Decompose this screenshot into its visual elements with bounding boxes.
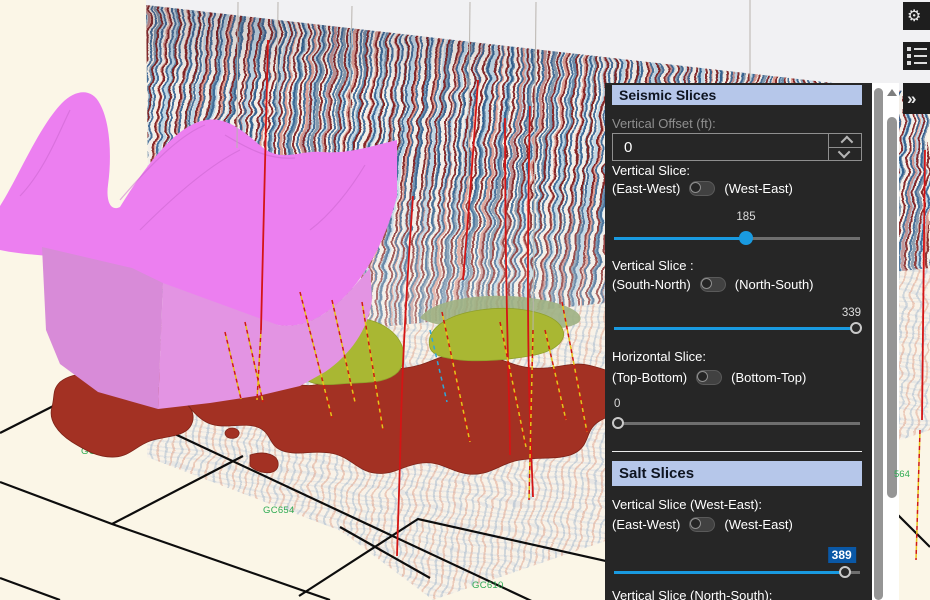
section-divider	[612, 451, 862, 452]
vertical-offset-input[interactable]	[613, 134, 828, 160]
slider-thumb[interactable]	[612, 417, 624, 429]
vertical-slice-ew-slider[interactable]	[612, 231, 862, 245]
vertical-slice-ew-toggle[interactable]	[689, 181, 715, 196]
collapse-panel-button[interactable]: »	[903, 83, 930, 114]
vertical-offset-label: Vertical Offset (ft):	[612, 117, 862, 131]
salt-slices-header: Salt Slices	[612, 461, 862, 486]
page-scrollbar[interactable]	[885, 83, 899, 600]
salt-vertical-slice-we-label: Vertical Slice (West-East):	[612, 498, 862, 512]
stepper-down-button[interactable]	[829, 147, 861, 161]
stepper-up-button[interactable]	[829, 134, 861, 147]
east-west-option-label: (East-West)	[612, 518, 680, 532]
slider-thumb[interactable]	[850, 322, 862, 334]
toggle-knob	[690, 182, 701, 193]
top-bottom-option-label: (Top-Bottom)	[612, 371, 687, 385]
salt-slice-we-toggle[interactable]	[689, 517, 715, 532]
salt-slice-we-slider[interactable]	[612, 565, 862, 579]
horizontal-slice-label: Horizontal Slice:	[612, 350, 862, 364]
vertical-slice-ns-slider[interactable]	[612, 321, 862, 335]
salt-vertical-slice-ns-label: Vertical Slice (North-South):	[612, 589, 862, 600]
toggle-knob	[701, 278, 712, 289]
horizontal-slice-toggle[interactable]	[696, 370, 722, 385]
double-chevron-right-icon: »	[907, 89, 916, 109]
vertical-slice-ew-label: Vertical Slice:	[612, 164, 862, 178]
north-south-option-label: (North-South)	[735, 278, 814, 292]
toggle-knob	[690, 518, 701, 529]
west-east-option-label: (West-East)	[724, 518, 792, 532]
block-label-564: 564	[894, 469, 910, 480]
horizontal-slice-slider[interactable]	[612, 416, 862, 430]
slices-widget-panel: Seismic Slices Vertical Offset (ft): Ver…	[605, 83, 872, 600]
scrollbar-thumb[interactable]	[887, 117, 897, 498]
east-west-option-label: (East-West)	[612, 182, 680, 196]
panel-scrollbar[interactable]	[872, 83, 885, 600]
toggle-knob	[697, 371, 708, 382]
vertical-slice-ns-label: Vertical Slice :	[612, 259, 862, 273]
slider-value-185: 185	[736, 211, 755, 223]
scrollbar-thumb[interactable]	[874, 88, 883, 600]
slider-value-389-badge: 389	[828, 547, 856, 563]
app-window: GC698 GC654 GC610	[0, 0, 930, 600]
legend-list-button[interactable]	[903, 42, 930, 70]
gear-icon: ⚙	[907, 6, 921, 26]
slider-thumb[interactable]	[839, 566, 851, 578]
slider-value-339: 339	[842, 307, 861, 319]
seismic-slices-header: Seismic Slices	[612, 85, 862, 105]
list-icon	[907, 47, 927, 65]
south-north-option-label: (South-North)	[612, 278, 691, 292]
vertical-offset-stepper	[612, 133, 862, 161]
settings-button[interactable]: ⚙	[903, 2, 930, 30]
scroll-up-arrow-icon[interactable]	[887, 89, 897, 96]
slider-value-0: 0	[614, 398, 620, 410]
salt-body	[0, 92, 397, 409]
vertical-slice-ns-toggle[interactable]	[700, 277, 726, 292]
chevron-down-icon	[837, 146, 850, 159]
slider-thumb[interactable]	[739, 231, 753, 245]
west-east-option-label: (West-East)	[724, 182, 792, 196]
bottom-top-option-label: (Bottom-Top)	[731, 371, 806, 385]
